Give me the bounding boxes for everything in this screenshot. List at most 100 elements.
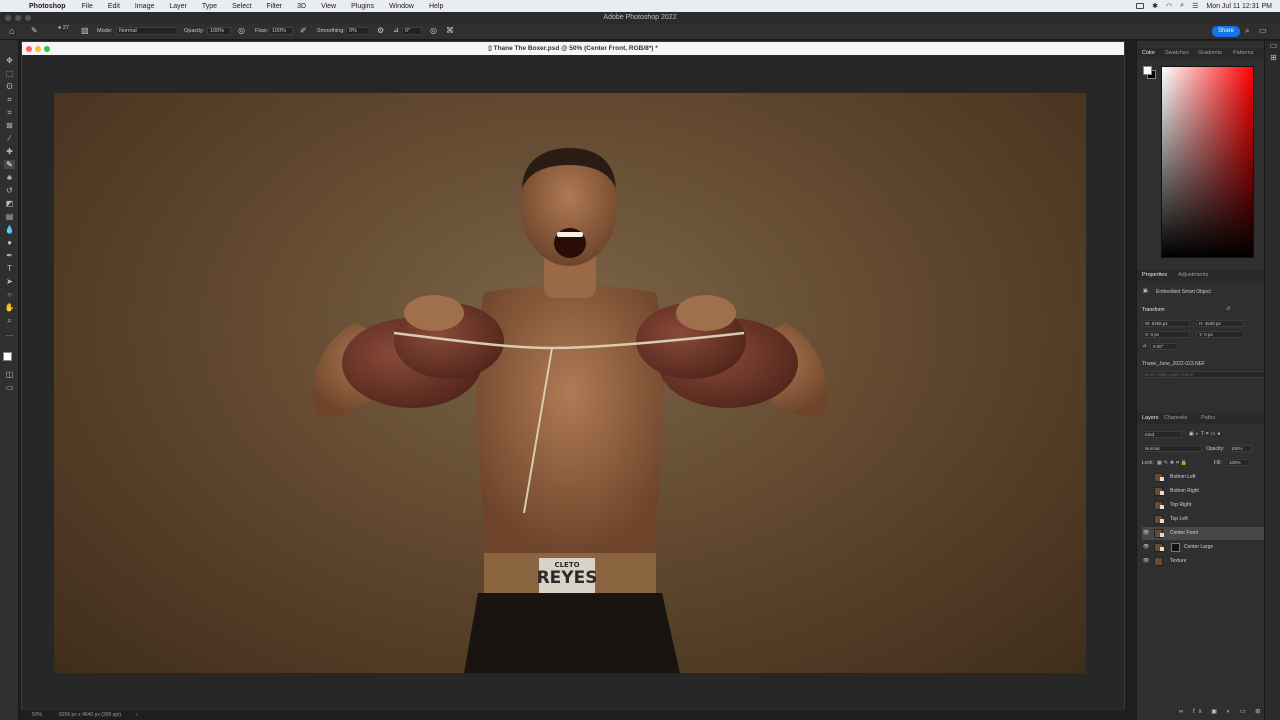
eye-icon[interactable]: 👁 bbox=[1142, 541, 1150, 554]
zoom-tool-icon[interactable]: ⌕ bbox=[4, 316, 15, 325]
menu-window[interactable]: Window bbox=[389, 3, 414, 10]
tab-adjustments[interactable]: Adjustments bbox=[1178, 272, 1208, 278]
layer-opacity-field[interactable]: 100% bbox=[1228, 445, 1252, 452]
screen-mode-icon[interactable]: ▭ bbox=[4, 383, 15, 392]
marquee-tool-icon[interactable]: ⬚ bbox=[4, 69, 15, 78]
brush-tool-preset-icon[interactable]: ✎ bbox=[31, 26, 38, 35]
smoothing-settings-gear-icon[interactable]: ⚙ bbox=[377, 26, 384, 35]
layer-filter-select[interactable]: Kind bbox=[1142, 431, 1182, 438]
search-icon[interactable]: ⌕ bbox=[1245, 26, 1249, 36]
layer-row-bottom-left[interactable]: Bottom Left bbox=[1142, 471, 1272, 484]
tab-patterns[interactable]: Patterns bbox=[1233, 50, 1253, 56]
menubar-clock[interactable]: Mon Jul 11 12:31 PM bbox=[1206, 3, 1272, 10]
more-tools-icon[interactable]: … bbox=[4, 329, 15, 338]
boxer-photo-canvas[interactable]: REYES CLETO bbox=[54, 93, 1086, 673]
tab-paths[interactable]: Paths bbox=[1201, 415, 1215, 421]
doc-close-icon[interactable] bbox=[26, 46, 32, 52]
menu-filter[interactable]: Filter bbox=[267, 3, 283, 10]
window-close-icon[interactable] bbox=[5, 15, 11, 21]
crop-tool-icon[interactable]: ⌗ bbox=[4, 108, 15, 117]
brush-preset-picker[interactable]: ● 27 bbox=[58, 25, 69, 31]
tab-swatches[interactable]: Swatches bbox=[1165, 50, 1189, 56]
layer-row-bottom-right[interactable]: Bottom Right bbox=[1142, 485, 1272, 498]
brush-settings-icon[interactable]: ▧ bbox=[81, 26, 89, 35]
blend-mode-select[interactable]: Normal bbox=[1142, 445, 1202, 452]
layer-comp-select[interactable]: Don't Apply Layer Comp bbox=[1142, 371, 1266, 378]
foreground-color-swatch[interactable] bbox=[3, 352, 12, 361]
battery-icon[interactable] bbox=[1136, 3, 1145, 9]
panel-icon-1[interactable]: ▭ bbox=[1268, 41, 1279, 50]
spotlight-search-icon[interactable]: ⌕ bbox=[1180, 2, 1184, 10]
width-field[interactable]: W: 8256 px bbox=[1142, 320, 1190, 327]
lock-icons[interactable]: ▦✎✥⌗🔒 bbox=[1157, 460, 1189, 466]
pen-tool-icon[interactable]: ✒ bbox=[4, 251, 15, 260]
path-selection-tool-icon[interactable]: ➤ bbox=[4, 277, 15, 286]
blur-tool-icon[interactable]: 💧 bbox=[4, 225, 15, 234]
lasso-tool-icon[interactable]: ʘ bbox=[4, 82, 15, 91]
tab-gradients[interactable]: Gradients bbox=[1198, 50, 1222, 56]
layer-row-top-right[interactable]: Top Right bbox=[1142, 499, 1272, 512]
workspace-icon[interactable]: ▭ bbox=[1259, 26, 1267, 35]
menu-app-photoshop[interactable]: Photoshop bbox=[29, 3, 66, 10]
tab-layers[interactable]: Layers bbox=[1142, 415, 1159, 421]
doc-zoom-icon[interactable] bbox=[44, 46, 50, 52]
menu-edit[interactable]: Edit bbox=[108, 3, 120, 10]
tab-color[interactable]: Color bbox=[1142, 50, 1155, 56]
x-field[interactable]: X: 0 px bbox=[1142, 331, 1190, 338]
doc-minimize-icon[interactable] bbox=[35, 46, 41, 52]
panel-icon-2[interactable]: ⊞ bbox=[1268, 53, 1279, 62]
menu-help[interactable]: Help bbox=[429, 3, 443, 10]
menu-plugins[interactable]: Plugins bbox=[351, 3, 374, 10]
eye-icon[interactable]: 👁 bbox=[1142, 555, 1150, 568]
wifi-icon[interactable]: ◠ bbox=[1166, 2, 1172, 10]
eraser-tool-icon[interactable]: ◩ bbox=[4, 199, 15, 208]
shape-tool-icon[interactable]: ○ bbox=[4, 290, 15, 299]
pressure-opacity-icon[interactable]: ◎ bbox=[238, 26, 245, 35]
flow-field[interactable]: 100% bbox=[269, 27, 293, 35]
layer-mask-thumbnail[interactable] bbox=[1171, 543, 1180, 552]
menu-file[interactable]: File bbox=[82, 3, 93, 10]
home-icon[interactable]: ⌂ bbox=[9, 26, 14, 36]
tab-channels[interactable]: Channels bbox=[1164, 415, 1187, 421]
menu-select[interactable]: Select bbox=[232, 3, 251, 10]
brush-tool-icon[interactable]: ✎ bbox=[4, 160, 15, 169]
layer-row-texture[interactable]: 👁 Texture bbox=[1142, 555, 1272, 568]
control-center-icon[interactable]: ☰ bbox=[1192, 2, 1198, 10]
color-field-picker[interactable] bbox=[1161, 66, 1254, 258]
menu-image[interactable]: Image bbox=[135, 3, 154, 10]
window-minimize-icon[interactable] bbox=[15, 15, 21, 21]
object-selection-tool-icon[interactable]: ⌗ bbox=[4, 95, 15, 104]
history-brush-tool-icon[interactable]: ↺ bbox=[4, 186, 15, 195]
angle-field[interactable]: 0.00° bbox=[1150, 343, 1178, 350]
status-arrow-icon[interactable]: › bbox=[136, 710, 138, 720]
healing-brush-tool-icon[interactable]: ✚ bbox=[4, 147, 15, 156]
menu-3d[interactable]: 3D bbox=[297, 3, 306, 10]
share-button[interactable]: Share bbox=[1212, 26, 1240, 37]
canvas-area[interactable]: REYES CLETO bbox=[22, 55, 1124, 711]
layer-row-center-front[interactable]: 👁 Center Front bbox=[1142, 527, 1272, 540]
color-panel-foreground-swatch[interactable] bbox=[1143, 66, 1152, 75]
quick-mask-icon[interactable]: ◫ bbox=[4, 370, 15, 379]
zoom-level[interactable]: 50% bbox=[32, 710, 42, 720]
symmetry-icon[interactable]: ⌘ bbox=[446, 26, 454, 35]
fill-field[interactable]: 100% bbox=[1226, 459, 1250, 466]
clone-stamp-tool-icon[interactable]: ♣ bbox=[4, 173, 15, 182]
document-dimensions[interactable]: 8256 px x 4640 px (300 ppi) bbox=[59, 710, 121, 720]
eye-icon[interactable]: 👁 bbox=[1142, 527, 1150, 540]
window-zoom-icon[interactable] bbox=[25, 15, 31, 21]
pressure-size-icon[interactable]: ◎ bbox=[430, 26, 437, 35]
eyedropper-tool-icon[interactable]: ⁄ bbox=[4, 134, 15, 143]
layer-filter-icons[interactable]: ▣◐T⌗▭● bbox=[1189, 431, 1222, 437]
menu-type[interactable]: Type bbox=[202, 3, 217, 10]
dodge-tool-icon[interactable]: ● bbox=[4, 238, 15, 247]
tab-properties[interactable]: Properties bbox=[1142, 272, 1167, 278]
document-tab[interactable]: ▯ Thane The Boxer.psd @ 50% (Center Fron… bbox=[22, 42, 1124, 55]
smoothing-field[interactable]: 0% bbox=[346, 27, 370, 35]
reset-transform-icon[interactable]: ↺ bbox=[1226, 306, 1230, 312]
hand-tool-icon[interactable]: ✋ bbox=[4, 303, 15, 312]
move-tool-icon[interactable]: ✥ bbox=[4, 56, 15, 65]
menu-view[interactable]: View bbox=[321, 3, 336, 10]
type-tool-icon[interactable]: T bbox=[4, 264, 15, 273]
frame-tool-icon[interactable]: ⊠ bbox=[4, 121, 15, 130]
height-field[interactable]: H: 4640 px bbox=[1196, 320, 1244, 327]
